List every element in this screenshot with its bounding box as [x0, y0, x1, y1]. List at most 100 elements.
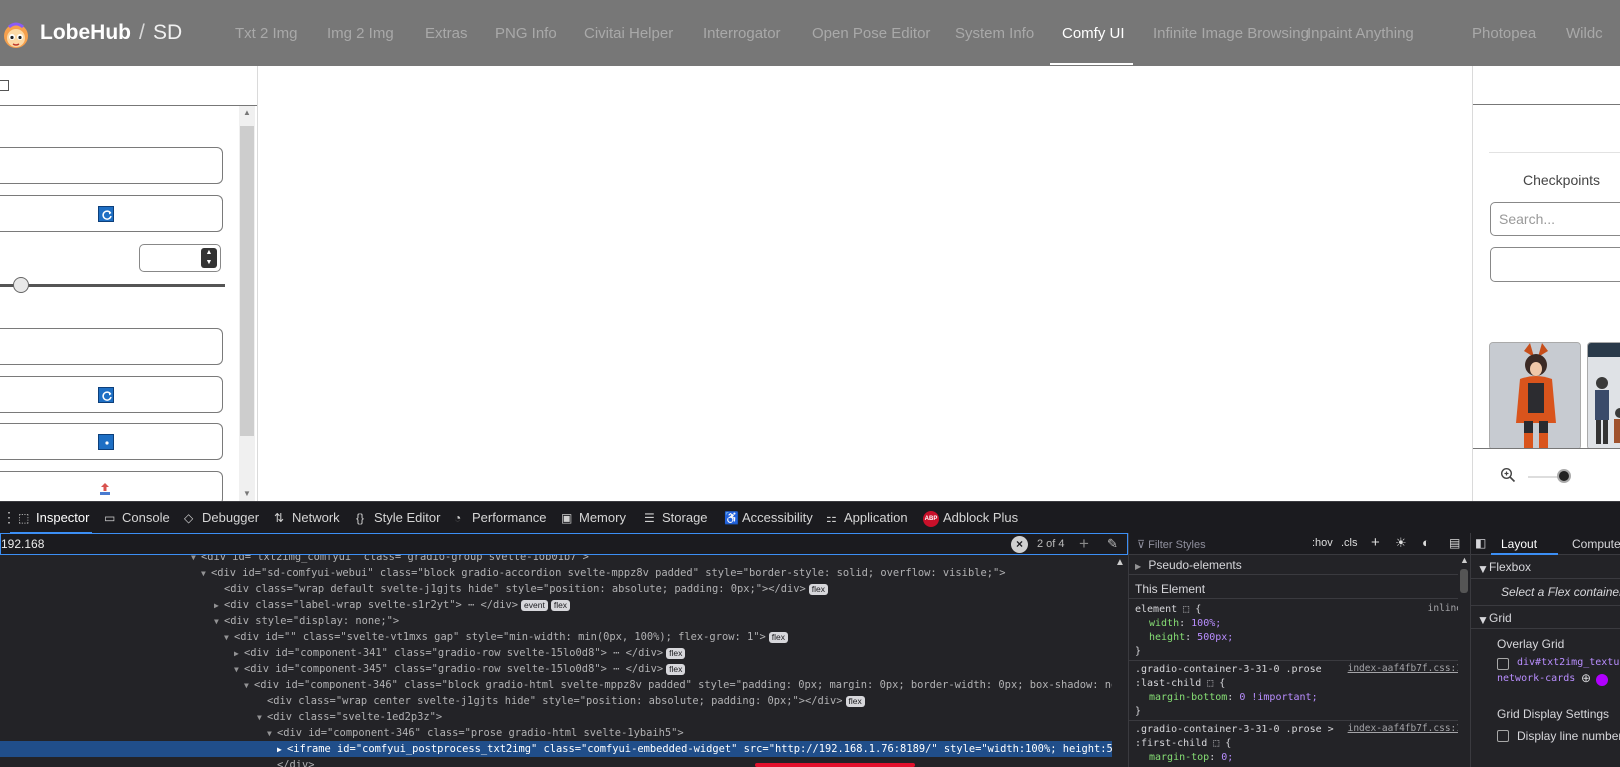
- expand-arrow-icon[interactable]: ▼: [214, 614, 224, 630]
- tree-node[interactable]: <div class="wrap default svelte-j1gjts h…: [0, 581, 1112, 597]
- devtools-tab-storage[interactable]: ☰ Storage: [644, 510, 708, 525]
- clear-search-icon[interactable]: ×: [1011, 536, 1028, 553]
- expand-arrow-icon[interactable]: ▼: [1477, 613, 1489, 627]
- scroll-up-arrow[interactable]: ▲: [1460, 555, 1469, 565]
- devtools-tab-application[interactable]: ⚏ Application: [826, 510, 908, 525]
- print-media-icon[interactable]: ▤: [1449, 536, 1460, 550]
- nav-tab-comfy-ui[interactable]: Comfy UI: [1062, 25, 1125, 42]
- devtools-tab-performance[interactable]: ◔ Performance: [454, 510, 546, 525]
- nav-tab-png-info[interactable]: PNG Info: [495, 25, 557, 42]
- tree-node[interactable]: ▼ <div id="sd-comfyui-webui" class="block…: [0, 565, 1112, 581]
- nav-tab-txt2img[interactable]: Txt 2 Img: [235, 25, 298, 42]
- margin-bottom-declaration[interactable]: margin-bottom: 0 !important;: [1149, 691, 1318, 705]
- refresh-button-1[interactable]: [0, 195, 223, 232]
- cls-toggle[interactable]: .cls: [1341, 537, 1358, 549]
- checkpoints-filter-box[interactable]: [1490, 247, 1620, 282]
- grid-item-2[interactable]: network-cards: [1497, 673, 1575, 684]
- width-declaration[interactable]: width: 100%;: [1149, 617, 1221, 631]
- nav-tab-wildcards[interactable]: Wildc: [1566, 25, 1603, 42]
- tree-node[interactable]: ▼ <div id="component-346" class="block gr…: [0, 677, 1112, 693]
- dock-icon[interactable]: ⋮: [2, 509, 16, 526]
- prose-first-child-selector-cont[interactable]: :first-child ⬚ {: [1135, 737, 1231, 751]
- number-input[interactable]: ▲ ▼: [139, 244, 221, 272]
- tree-node[interactable]: ▼ <div id="txt2img_comfyui" class="gradio…: [0, 555, 1112, 565]
- stylesheet-link[interactable]: index-aaf4fb7f.css:1: [1348, 723, 1462, 734]
- nav-tab-interrogator[interactable]: Interrogator: [703, 25, 781, 42]
- expand-arrow-icon[interactable]: ▶: [234, 646, 244, 662]
- brand-name[interactable]: LobeHub: [40, 21, 131, 45]
- grid-section[interactable]: ▼ Grid: [1471, 605, 1620, 629]
- text-field-2[interactable]: [0, 328, 223, 365]
- zoom-slider-thumb[interactable]: [1557, 469, 1571, 483]
- devtools-tab-style-editor[interactable]: {} Style Editor: [356, 510, 440, 525]
- margin-top-declaration[interactable]: margin-top: 0;: [1149, 751, 1233, 765]
- checkpoints-search-input[interactable]: Search...: [1490, 202, 1620, 236]
- expand-arrow-icon[interactable]: ▼: [1477, 562, 1489, 576]
- nav-tab-img2img[interactable]: Img 2 Img: [327, 25, 394, 42]
- expand-arrow-icon[interactable]: ▼: [201, 566, 211, 582]
- slider-track[interactable]: [0, 284, 225, 287]
- height-declaration[interactable]: height: 500px;: [1149, 631, 1233, 645]
- eyedropper-icon[interactable]: ✎: [1107, 536, 1118, 552]
- scroll-down-arrow[interactable]: ▼: [239, 487, 255, 501]
- flex-badge[interactable]: flex: [845, 696, 865, 707]
- flex-badge[interactable]: flex: [808, 584, 829, 595]
- prose-first-child-selector[interactable]: .gradio-container-3-31-0 .prose >: [1135, 723, 1334, 737]
- dark-scheme-icon[interactable]: ◐: [1422, 535, 1430, 550]
- devtools-tab-inspector[interactable]: ⬚ Inspector: [18, 510, 89, 525]
- tree-node[interactable]: ▶ <div class="label-wrap svelte-s1r2yt"> …: [0, 597, 1112, 613]
- flex-badge[interactable]: flex: [550, 600, 571, 611]
- element-rule-selector[interactable]: element ⬚ {: [1135, 603, 1201, 617]
- expand-arrow-icon[interactable]: ▶: [1135, 562, 1145, 571]
- devtools-tab-debugger[interactable]: ◇ Debugger: [184, 510, 259, 525]
- tab-computed[interactable]: Computed: [1572, 537, 1620, 551]
- target-icon[interactable]: ⊕: [1581, 671, 1591, 685]
- flex-badge[interactable]: flex: [666, 664, 686, 675]
- flex-badge[interactable]: flex: [666, 648, 686, 659]
- expand-arrow-icon[interactable]: ▼: [244, 678, 254, 694]
- expand-arrow-icon[interactable]: ▶: [214, 598, 224, 614]
- tab-layout[interactable]: Layout: [1501, 537, 1537, 551]
- devtools-tab-console[interactable]: ▭ Console: [104, 510, 170, 525]
- nav-tab-inpaint-anything[interactable]: Inpaint Anything: [1307, 25, 1414, 42]
- panel-toggle-icon[interactable]: [0, 80, 9, 91]
- sidebar-toggle-icon[interactable]: ◧: [1475, 536, 1486, 550]
- tree-node[interactable]: ▼ <div id="" class="svelte-vt1mxs gap" st…: [0, 629, 1112, 645]
- add-rule-icon[interactable]: +: [1371, 534, 1380, 551]
- stylesheet-link[interactable]: index-aaf4fb7f.css:1: [1348, 663, 1462, 674]
- flex-badge[interactable]: flex: [768, 632, 788, 643]
- tree-node[interactable]: <div class="wrap center svelte-j1gjts hi…: [0, 693, 1112, 709]
- text-field-1[interactable]: [0, 147, 223, 184]
- random-button[interactable]: [0, 423, 223, 460]
- devtools-tab-accessibility[interactable]: ♿ Accessibility: [724, 510, 813, 525]
- scroll-up-arrow[interactable]: ▲: [239, 106, 255, 120]
- html-tree-scrollbar[interactable]: ▲: [1112, 555, 1128, 767]
- expand-arrow-icon[interactable]: ▼: [234, 662, 244, 678]
- html-search-field[interactable]: 192.168 × 2 of 4 + ✎: [0, 533, 1128, 555]
- zoom-icon[interactable]: [1500, 467, 1516, 483]
- devtools-tab-network[interactable]: ⇅ Network: [274, 510, 340, 525]
- devtools-tab-adblock-plus[interactable]: ABP Adblock Plus: [923, 510, 1018, 527]
- tree-node[interactable]: ▼ <div id="component-346" class="prose gr…: [0, 725, 1112, 741]
- tree-node-selected-iframe[interactable]: ▶ <iframe id="comfyui_postprocess_txt2img…: [0, 741, 1112, 757]
- comfyui-iframe-area[interactable]: [257, 66, 1473, 501]
- checkpoint-card[interactable]: [1587, 342, 1620, 450]
- left-panel-scrollbar[interactable]: ▲ ▼: [239, 106, 255, 501]
- grid-overlay-checkbox[interactable]: [1497, 658, 1509, 670]
- light-scheme-icon[interactable]: ☀: [1395, 535, 1407, 551]
- nav-tab-extras[interactable]: Extras: [425, 25, 468, 42]
- tree-node[interactable]: ▼ <div id="component-345" class="gradio-r…: [0, 661, 1112, 677]
- pseudo-elements-section[interactable]: ▶ Pseudo-elements: [1129, 555, 1470, 575]
- slider-thumb[interactable]: [13, 277, 29, 293]
- flexbox-section[interactable]: ▼ Flexbox: [1471, 555, 1620, 579]
- filter-styles-input[interactable]: ⊽ Filter Styles: [1137, 538, 1206, 551]
- expand-arrow-icon[interactable]: ▼: [224, 630, 234, 646]
- upload-button[interactable]: [0, 471, 223, 505]
- refresh-button-2[interactable]: [0, 376, 223, 413]
- expand-arrow-icon[interactable]: ▼: [267, 726, 277, 742]
- expand-arrow-icon[interactable]: ▶: [277, 742, 287, 758]
- tree-node[interactable]: ▶ <div id="component-341" class="gradio-r…: [0, 645, 1112, 661]
- scroll-thumb[interactable]: [240, 126, 254, 436]
- display-line-numbers-checkbox[interactable]: [1497, 730, 1509, 742]
- hov-toggle[interactable]: :hov: [1312, 537, 1333, 549]
